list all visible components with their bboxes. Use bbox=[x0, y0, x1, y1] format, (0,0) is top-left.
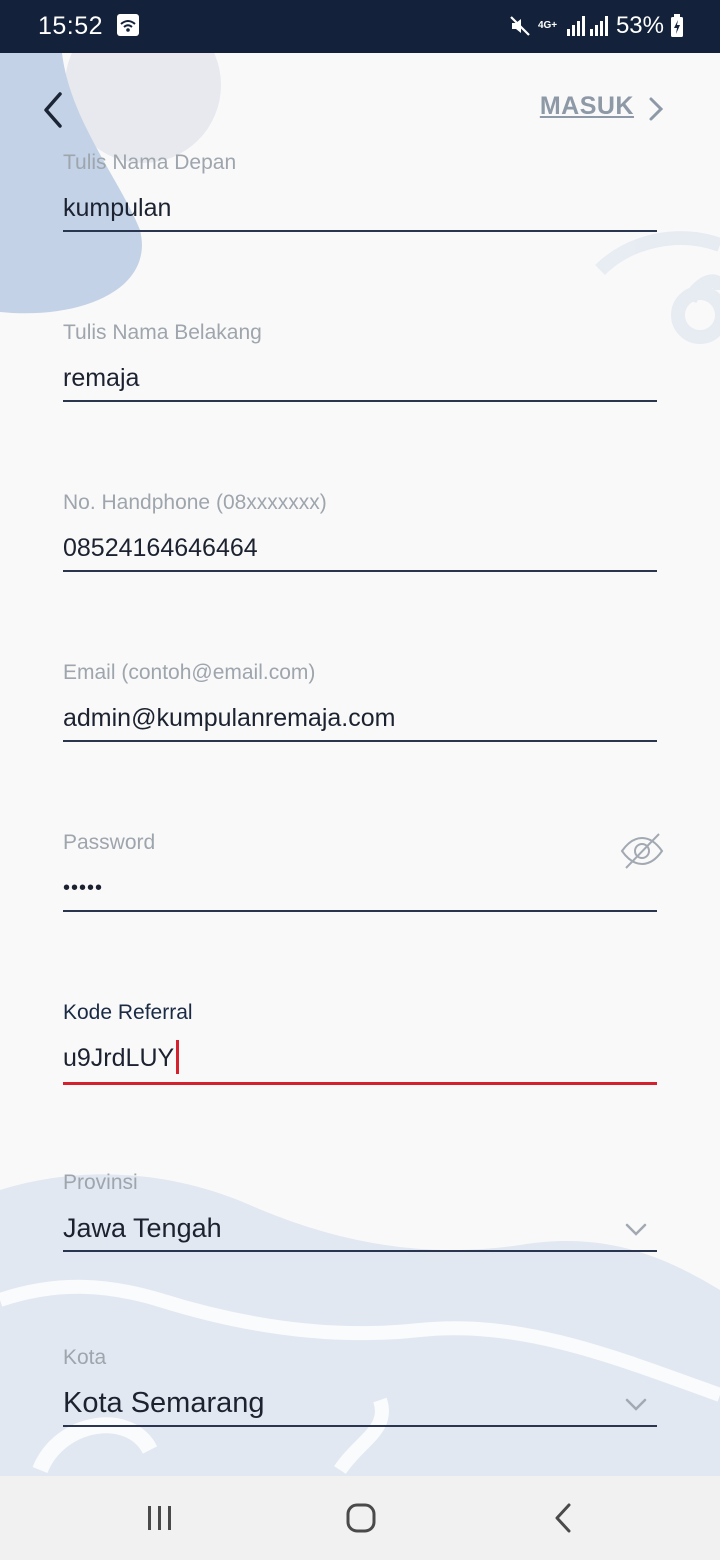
chevron-right-icon bbox=[649, 97, 664, 121]
referral-input[interactable]: u9JrdLUY bbox=[63, 1040, 657, 1075]
last-name-label: Tulis Nama Belakang bbox=[63, 321, 262, 344]
nav-back-icon[interactable] bbox=[538, 1498, 588, 1538]
first-name-label: Tulis Nama Depan bbox=[63, 151, 237, 174]
city-underline bbox=[63, 1425, 657, 1427]
password-field[interactable]: Password ••••• bbox=[63, 830, 657, 912]
city-field[interactable]: Kota Kota Semarang bbox=[63, 1345, 657, 1427]
chevron-down-icon[interactable] bbox=[624, 1397, 648, 1413]
province-field[interactable]: Provinsi Jawa Tengah bbox=[63, 1170, 657, 1252]
email-field[interactable]: Email (contoh@email.com) admin@kumpulanr… bbox=[63, 660, 657, 742]
status-icons: 4G+ 53% bbox=[508, 10, 684, 42]
status-bar: 15:52 4G+ 53% bbox=[0, 0, 720, 53]
status-time: 15:52 bbox=[38, 12, 104, 40]
first-name-field[interactable]: Tulis Nama Depan kumpulan bbox=[63, 150, 657, 232]
login-link[interactable]: MASUK bbox=[540, 92, 634, 121]
email-underline bbox=[63, 740, 657, 742]
eye-slash-icon[interactable] bbox=[619, 830, 665, 872]
recent-apps-icon[interactable] bbox=[135, 1498, 185, 1538]
city-label: Kota bbox=[63, 1346, 107, 1369]
last-name-field[interactable]: Tulis Nama Belakang remaja bbox=[63, 320, 657, 402]
province-label: Provinsi bbox=[63, 1171, 138, 1194]
password-input[interactable]: ••••• bbox=[63, 872, 657, 904]
phone-field[interactable]: No. Handphone (08xxxxxxx) 08524164646464 bbox=[63, 490, 657, 572]
province-select[interactable]: Jawa Tengah bbox=[63, 1212, 657, 1244]
email-label: Email (contoh@email.com) bbox=[63, 661, 316, 684]
referral-label: Kode Referral bbox=[63, 1001, 193, 1024]
phone-label: No. Handphone (08xxxxxxx) bbox=[63, 491, 327, 514]
battery-level: 53% bbox=[615, 12, 664, 39]
province-underline bbox=[63, 1250, 657, 1252]
home-icon[interactable] bbox=[336, 1498, 386, 1538]
chevron-down-icon[interactable] bbox=[624, 1222, 648, 1238]
referral-field[interactable]: Kode Referral u9JrdLUY bbox=[63, 1000, 657, 1085]
first-name-underline bbox=[63, 230, 657, 232]
referral-value: u9JrdLUY bbox=[63, 1044, 175, 1072]
signal-icon bbox=[566, 15, 610, 37]
background-decoration bbox=[0, 53, 720, 1476]
last-name-input[interactable]: remaja bbox=[63, 362, 657, 394]
mute-icon bbox=[508, 14, 532, 38]
network-type: 4G+ bbox=[537, 20, 558, 31]
back-icon[interactable] bbox=[38, 90, 70, 130]
wifi-icon bbox=[116, 13, 140, 42]
password-label: Password bbox=[63, 831, 156, 854]
referral-underline bbox=[63, 1082, 657, 1085]
password-underline bbox=[63, 910, 657, 912]
text-cursor bbox=[176, 1040, 180, 1075]
phone-input[interactable]: 08524164646464 bbox=[63, 532, 657, 564]
navigation-bar bbox=[0, 1476, 720, 1560]
city-select[interactable]: Kota Semarang bbox=[63, 1387, 657, 1419]
battery-icon bbox=[670, 14, 684, 38]
first-name-input[interactable]: kumpulan bbox=[63, 192, 657, 224]
phone-underline bbox=[63, 570, 657, 572]
last-name-underline bbox=[63, 400, 657, 402]
email-input[interactable]: admin@kumpulanremaja.com bbox=[63, 702, 657, 734]
